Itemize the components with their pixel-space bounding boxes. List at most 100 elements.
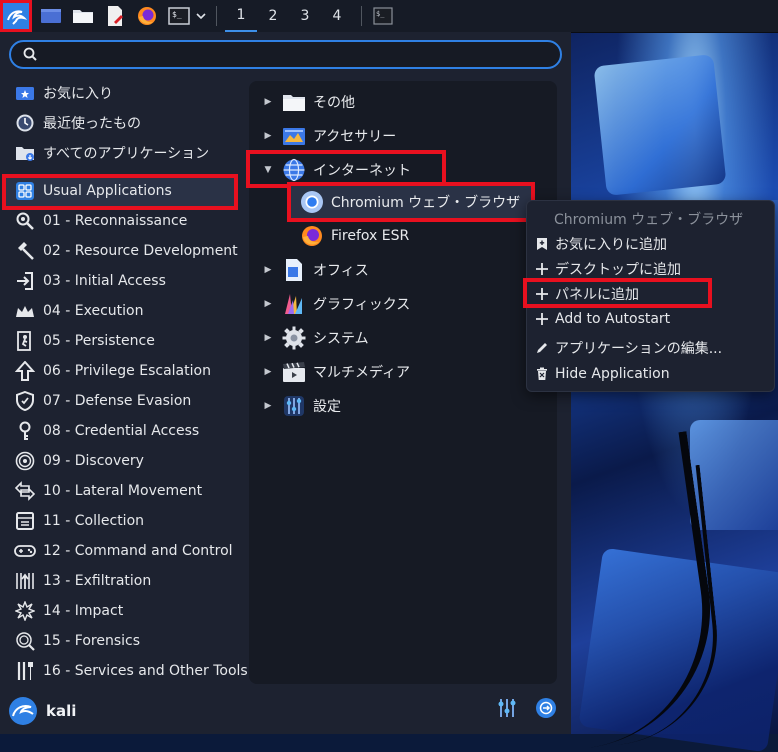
settings-manager-icon[interactable] [497, 697, 517, 723]
palette-icon [281, 291, 307, 317]
sidebar-item-category[interactable]: 14 - Impact [14, 598, 123, 624]
star-folder-icon [14, 82, 36, 104]
svg-text:$_: $_ [376, 10, 385, 18]
search-icon [23, 47, 37, 65]
sidebar-item-all-apps[interactable]: すべてのアプリケーション [14, 140, 209, 166]
category-label: その他 [313, 95, 355, 111]
category-graphics[interactable]: ▶ グラフィックス [263, 289, 410, 319]
plus-icon [534, 311, 550, 327]
sidebar-item-category[interactable]: 02 - Resource Development [14, 238, 238, 264]
sidebar-item-category[interactable]: 13 - Exfiltration [14, 568, 151, 594]
context-menu: Chromium ウェブ・ブラウザ お気に入りに追加 デスクトップに追加 パネル… [523, 200, 775, 392]
firefox-icon [299, 223, 325, 249]
text-editor-icon[interactable] [102, 3, 128, 29]
context-menu-title: Chromium ウェブ・ブラウザ [554, 212, 744, 228]
category-accessories[interactable]: ▶ アクセサリー [263, 121, 396, 151]
sidebar-item-label: お気に入り [43, 86, 113, 102]
taskbar-separator [216, 6, 217, 26]
search-input[interactable] [47, 45, 551, 66]
application-menu: お気に入り 最近使ったもの すべてのアプリケーション Usual Applica… [0, 32, 571, 734]
sidebar-item-category[interactable]: 07 - Defense Evasion [14, 388, 191, 414]
workspace-4[interactable]: 4 [321, 0, 353, 32]
category-settings[interactable]: ▶ 設定 [263, 391, 341, 421]
sidebar-item-category[interactable]: 05 - Persistence [14, 328, 155, 354]
sidebar-item-label: 02 - Resource Development [43, 243, 238, 259]
login-icon [14, 270, 36, 292]
show-desktop-icon[interactable] [38, 3, 64, 29]
sidebar-item-label: 07 - Defense Evasion [43, 393, 192, 409]
category-label: マルチメディア [313, 365, 411, 381]
category-label: 設定 [313, 399, 341, 415]
category-office[interactable]: ▶ オフィス [263, 255, 369, 285]
clapperboard-icon [281, 359, 307, 385]
category-system[interactable]: ▶ システム [263, 323, 369, 353]
annotation-highlight-box [287, 182, 535, 222]
category-label: オフィス [313, 263, 369, 279]
application-menu-button[interactable] [0, 0, 32, 32]
sidebar-item-category[interactable]: 03 - Initial Access [14, 268, 166, 294]
sidebar-item-favorites[interactable]: お気に入り [14, 80, 113, 106]
chevron-down-icon[interactable] [194, 3, 208, 29]
context-item-label: Add to Autostart [555, 311, 671, 327]
file-manager-icon[interactable] [70, 3, 96, 29]
firefox-icon[interactable] [134, 3, 160, 29]
context-item-label: デスクトップに追加 [555, 262, 681, 278]
sidebar-item-label: 01 - Reconnaissance [43, 213, 188, 229]
workspace-3[interactable]: 3 [289, 0, 321, 32]
accessories-icon [281, 123, 307, 149]
category-label: グラフィックス [313, 297, 411, 313]
terminal-window-icon[interactable]: $_ [370, 3, 396, 29]
tools-icon [14, 660, 36, 682]
category-pane: ▶ その他 ▶ アクセサリー ▼ インターネット Chromium ウェブ・ブラ… [246, 81, 557, 684]
context-item-label: Hide Application [555, 366, 670, 382]
sidebar-item-label: 13 - Exfiltration [43, 573, 152, 589]
expand-arrow-icon: ▶ [264, 299, 272, 309]
sidebar-item-category[interactable]: 11 - Collection [14, 508, 144, 534]
workspace-2[interactable]: 2 [257, 0, 289, 32]
clock-icon [14, 112, 36, 134]
terminal-icon[interactable]: $_ [166, 3, 192, 29]
category-multimedia[interactable]: ▶ マルチメディア [263, 357, 410, 387]
sidebar-item-recent[interactable]: 最近使ったもの [14, 110, 141, 136]
sidebar-item-category[interactable]: 06 - Privilege Escalation [14, 358, 211, 384]
sidebar-item-label: 10 - Lateral Movement [43, 483, 203, 499]
expand-arrow-icon: ▶ [264, 97, 272, 107]
sidebar-item-category[interactable]: 10 - Lateral Movement [14, 478, 202, 504]
context-edit-application[interactable]: アプリケーションの編集... [534, 336, 722, 360]
context-hide-application[interactable]: Hide Application [534, 362, 670, 386]
sidebar-item-label: 最近使ったもの [43, 116, 141, 132]
document-icon [281, 257, 307, 283]
context-add-to-autostart[interactable]: Add to Autostart [534, 307, 670, 331]
taskbar: $_ 1 2 3 4 $_ [0, 0, 778, 33]
workspace-1[interactable]: 1 [225, 0, 257, 32]
radar-icon [14, 450, 36, 472]
gamepad-icon [14, 540, 36, 562]
sidebar-item-category[interactable]: 16 - Services and Other Tools [14, 658, 248, 684]
taskbar-separator [361, 6, 362, 26]
user-account[interactable]: kali [8, 696, 76, 726]
sidebar-item-category[interactable]: 09 - Discovery [14, 448, 144, 474]
expand-arrow-icon: ▶ [264, 265, 272, 275]
logout-icon[interactable] [535, 697, 557, 723]
shield-icon [14, 390, 36, 412]
category-other[interactable]: ▶ その他 [263, 87, 355, 117]
context-add-to-favorites[interactable]: お気に入りに追加 [534, 232, 667, 256]
context-item-label: アプリケーションの編集... [555, 341, 723, 357]
app-firefox-esr[interactable]: Firefox ESR [299, 221, 409, 251]
sidebar-item-label: 16 - Services and Other Tools [43, 663, 248, 679]
search-box[interactable] [9, 40, 562, 69]
hammer-icon [14, 240, 36, 262]
sidebar-item-category[interactable]: 04 - Execution [14, 298, 143, 324]
folder-icon [281, 89, 307, 115]
box-icon [14, 510, 36, 532]
sidebar-item-category[interactable]: 01 - Reconnaissance [14, 208, 187, 234]
trash-icon [534, 366, 550, 382]
avatar [9, 697, 37, 725]
pencil-icon [534, 340, 550, 356]
sidebar-item-category[interactable]: 12 - Command and Control [14, 538, 233, 564]
sidebar-item-category[interactable]: 08 - Credential Access [14, 418, 199, 444]
sidebar-item-category[interactable]: 15 - Forensics [14, 628, 140, 654]
gear-icon [281, 325, 307, 351]
fingerprint-icon [14, 630, 36, 652]
kali-dragon-icon [7, 10, 27, 25]
